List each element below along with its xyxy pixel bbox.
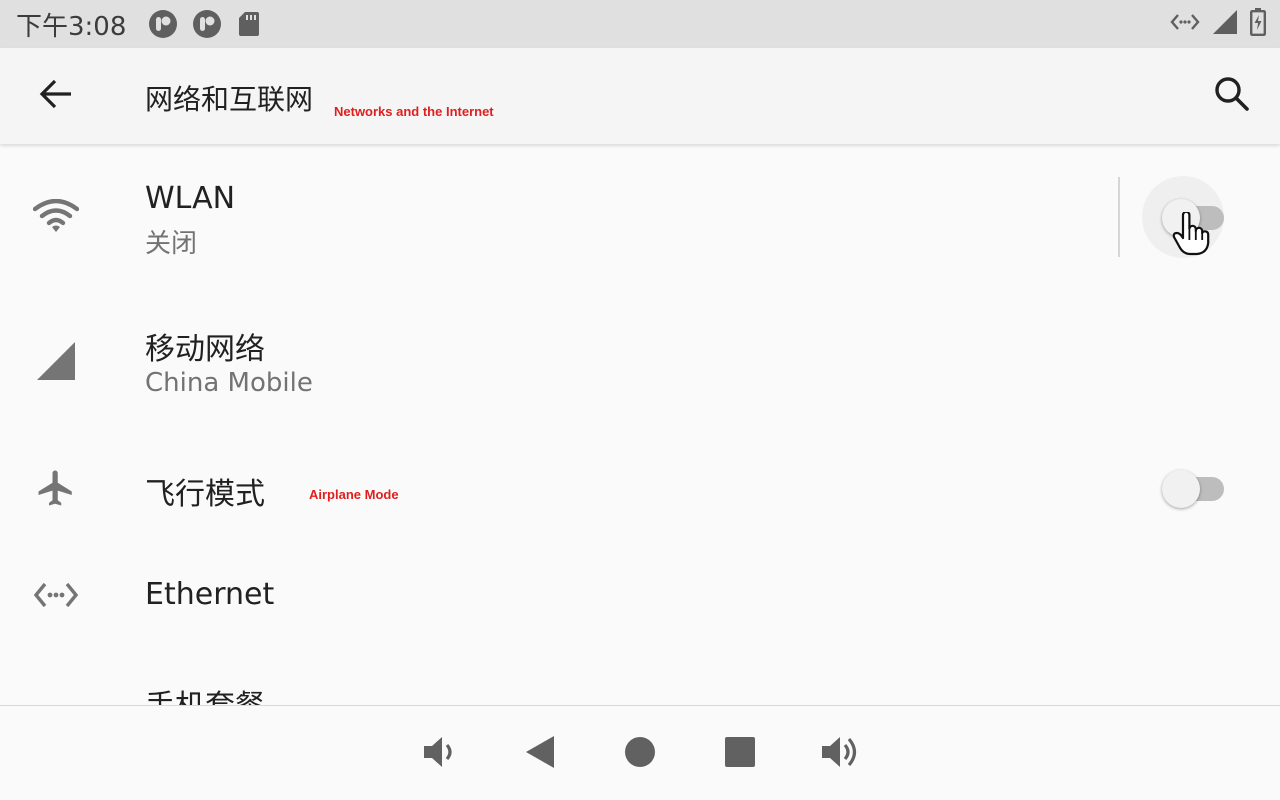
page-title: 网络和互联网 (145, 83, 314, 116)
airplane-icon (30, 462, 82, 514)
mobile-plan-title: 手机套餐 (145, 681, 265, 705)
nav-home-button[interactable] (616, 730, 664, 778)
settings-list: WLAN 关闭 移动网络 China Mobile 飞行模式 Airplane … (0, 145, 1280, 705)
volume-down-button[interactable] (416, 730, 464, 778)
list-item-mobile-plan[interactable]: 手机套餐 (0, 645, 1280, 705)
list-item-ethernet[interactable]: Ethernet (0, 545, 1280, 645)
volume-down-icon (422, 734, 458, 774)
status-time: 下午3:08 (16, 11, 127, 42)
back-triangle-icon (523, 735, 557, 773)
ethernet-icon (30, 569, 82, 621)
app-notification-icon (148, 9, 178, 39)
nav-recents-button[interactable] (716, 730, 764, 778)
mobile-network-title: 移动网络 (145, 332, 265, 367)
list-item-wlan[interactable]: WLAN 关闭 (0, 145, 1280, 290)
sd-card-icon (238, 11, 260, 37)
volume-up-button[interactable] (816, 730, 864, 778)
vertical-divider (1118, 177, 1120, 257)
recents-square-icon (724, 736, 756, 772)
mobile-network-carrier: China Mobile (145, 368, 313, 398)
arrow-back-icon (39, 79, 73, 113)
app-notification-icon (192, 9, 222, 39)
ethernet-title: Ethernet (145, 577, 275, 612)
hand-pointer-icon (1172, 210, 1210, 260)
title-annotation: Networks and the Internet (334, 104, 494, 119)
nav-back-button[interactable] (516, 730, 564, 778)
wifi-icon (30, 190, 82, 242)
navigation-bar (0, 705, 1280, 800)
back-button[interactable] (28, 72, 84, 120)
battery-charging-icon (1250, 8, 1267, 40)
list-item-airplane-mode[interactable]: 飞行模式 Airplane Mode (0, 435, 1280, 545)
volume-up-icon (820, 734, 860, 774)
airplane-mode-annotation: Airplane Mode (309, 487, 399, 502)
cellular-signal-icon (1212, 9, 1238, 39)
airplane-mode-toggle[interactable] (1162, 467, 1226, 508)
home-circle-icon (624, 736, 656, 772)
wlan-title: WLAN (145, 181, 236, 216)
search-icon (1214, 76, 1250, 116)
switch-thumb (1162, 470, 1200, 508)
search-button[interactable] (1206, 72, 1258, 120)
wlan-status: 关闭 (145, 229, 198, 259)
cellular-signal-icon (30, 335, 82, 387)
list-item-mobile-network[interactable]: 移动网络 China Mobile (0, 290, 1280, 435)
app-bar: 网络和互联网 Networks and the Internet (0, 48, 1280, 144)
status-bar: 下午3:08 (0, 0, 1280, 48)
ethernet-icon (1170, 12, 1200, 36)
airplane-mode-title: 飞行模式 (145, 477, 265, 512)
